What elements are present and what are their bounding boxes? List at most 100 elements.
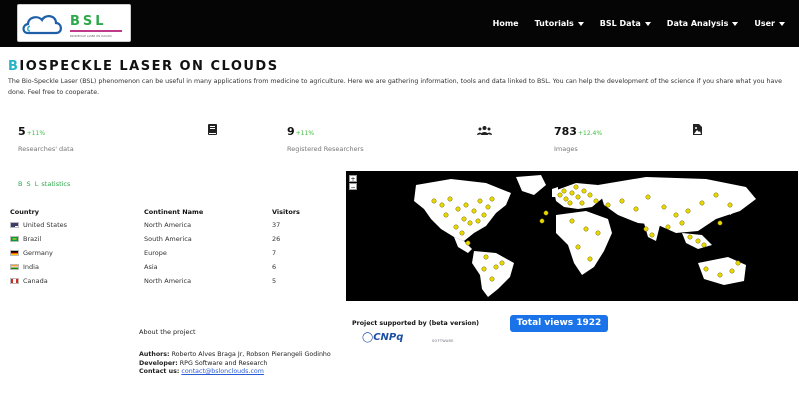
- map-zoom-out-button[interactable]: −: [349, 183, 357, 191]
- visitor-marker[interactable]: [569, 190, 575, 196]
- visitor-marker[interactable]: [573, 184, 579, 190]
- country-name: Brazil: [23, 235, 42, 243]
- stat-value: 9: [287, 125, 295, 138]
- visitor-marker[interactable]: [649, 232, 655, 238]
- visitor-marker[interactable]: [619, 198, 625, 204]
- stat-change: +12.4%: [577, 130, 603, 137]
- visitor-marker[interactable]: [477, 198, 483, 204]
- flag-us-icon: [10, 222, 19, 228]
- visitor-marker[interactable]: [665, 224, 671, 230]
- caret-down-icon: [779, 21, 785, 26]
- about-project-heading: About the project: [139, 328, 196, 336]
- table-row: Germany Europe 7: [10, 246, 322, 260]
- visitor-marker[interactable]: [701, 242, 707, 248]
- image-icon: [693, 120, 702, 139]
- visitor-marker[interactable]: [471, 208, 477, 214]
- visitors-table: Country Continent Name Visitors United S…: [10, 206, 322, 288]
- nav-item-home[interactable]: Home: [485, 19, 527, 28]
- visitor-marker[interactable]: [485, 204, 491, 210]
- visitor-marker[interactable]: [729, 268, 735, 274]
- nav-item-tutorials[interactable]: Tutorials: [527, 19, 592, 28]
- visitor-marker[interactable]: [481, 266, 487, 272]
- visitor-marker[interactable]: [561, 188, 567, 194]
- visitors-cell: 37: [272, 221, 281, 229]
- visitor-marker[interactable]: [447, 196, 453, 202]
- visitor-marker[interactable]: [481, 212, 487, 218]
- visitor-marker[interactable]: [569, 218, 575, 224]
- visitor-marker[interactable]: [575, 194, 581, 200]
- visitor-marker[interactable]: [595, 230, 601, 236]
- page-title: BIOSPECKLE LASER ON CLOUDS: [8, 59, 279, 74]
- software-sponsor-logo[interactable]: SOFTWARE: [432, 339, 454, 343]
- visitor-marker[interactable]: [489, 196, 495, 202]
- visitor-marker[interactable]: [499, 260, 505, 266]
- stat-value: 783: [554, 125, 577, 138]
- caret-down-icon: [644, 21, 651, 26]
- visitor-marker[interactable]: [579, 200, 585, 206]
- developer-line: Developer: RPG Software and Research: [139, 360, 339, 369]
- visitor-marker[interactable]: [459, 230, 465, 236]
- visitor-marker[interactable]: [717, 272, 723, 278]
- visitor-marker[interactable]: [567, 200, 573, 206]
- visitor-marker[interactable]: [695, 238, 701, 244]
- visitor-marker[interactable]: [431, 198, 437, 204]
- visitor-marker[interactable]: [557, 192, 563, 198]
- visitor-marker[interactable]: [717, 220, 723, 226]
- visitor-marker[interactable]: [643, 226, 649, 232]
- visitor-marker[interactable]: [483, 254, 489, 260]
- stat-change: +11%: [295, 130, 315, 137]
- nav-item-user[interactable]: User: [746, 19, 793, 28]
- visitor-marker[interactable]: [633, 206, 639, 212]
- visitor-marker[interactable]: [455, 206, 461, 212]
- visitor-marker[interactable]: [727, 202, 733, 208]
- visitor-marker[interactable]: [699, 200, 705, 206]
- navbar: BSL BIOSPECKLE LASER ON CLOUDS Home Tutor…: [0, 0, 799, 47]
- country-cell: United States: [10, 218, 144, 232]
- visitor-marker[interactable]: [587, 256, 593, 262]
- visitor-marker[interactable]: [575, 244, 581, 250]
- visitor-marker[interactable]: [439, 202, 445, 208]
- visitor-marker[interactable]: [685, 208, 691, 214]
- visitor-marker[interactable]: [493, 264, 499, 270]
- country-name: India: [23, 263, 39, 271]
- table-header-row: Country Continent Name Visitors: [10, 206, 322, 218]
- visitor-marker[interactable]: [713, 192, 719, 198]
- visitor-marker[interactable]: [703, 266, 709, 272]
- map-zoom-in-button[interactable]: +: [349, 175, 357, 183]
- visitor-marker[interactable]: [581, 188, 587, 194]
- visitor-marker[interactable]: [467, 220, 473, 226]
- bsl-logo[interactable]: BSL BIOSPECKLE LASER ON CLOUDS: [17, 4, 131, 42]
- visitor-marker[interactable]: [453, 224, 459, 230]
- visitor-marker[interactable]: [543, 210, 549, 216]
- visitor-marker[interactable]: [679, 220, 685, 226]
- visitor-marker[interactable]: [583, 226, 589, 232]
- visitor-marker[interactable]: [443, 212, 449, 218]
- contact-email-link[interactable]: contact@bslonclouds.com: [181, 368, 264, 375]
- visitor-marker[interactable]: [587, 192, 593, 198]
- page-title-initial: B: [8, 59, 20, 74]
- bsl-statistics-label: statistics: [41, 180, 71, 188]
- visitor-marker[interactable]: [539, 218, 545, 224]
- visitor-marker[interactable]: [645, 194, 651, 200]
- visitor-marker[interactable]: [661, 204, 667, 210]
- nav-item-label: BSL Data: [599, 19, 641, 28]
- bsl-statistics-prefix: B S L: [18, 180, 40, 188]
- visitor-marker[interactable]: [463, 202, 469, 208]
- visitors-world-map[interactable]: [346, 171, 798, 301]
- visitor-marker[interactable]: [687, 234, 693, 240]
- table-row: United States North America 37: [10, 218, 322, 232]
- visitor-marker[interactable]: [475, 218, 481, 224]
- cnpq-logo[interactable]: ◯CNPq: [362, 332, 403, 343]
- visitor-marker[interactable]: [461, 216, 467, 222]
- project-credits: Authors: Roberto Alves Braga Jr, Robson …: [139, 351, 339, 377]
- visitor-marker[interactable]: [735, 260, 741, 266]
- visitor-marker[interactable]: [673, 212, 679, 218]
- nav-item-data-analysis[interactable]: Data Analysis: [659, 19, 747, 28]
- visitor-marker[interactable]: [593, 198, 599, 204]
- visitor-marker[interactable]: [489, 276, 495, 282]
- nav-item-bsl-data[interactable]: BSL Data: [592, 19, 659, 28]
- visitor-marker[interactable]: [605, 202, 611, 208]
- book-icon: [208, 120, 217, 139]
- visitor-marker[interactable]: [465, 240, 471, 246]
- visitor-marker[interactable]: [563, 196, 569, 202]
